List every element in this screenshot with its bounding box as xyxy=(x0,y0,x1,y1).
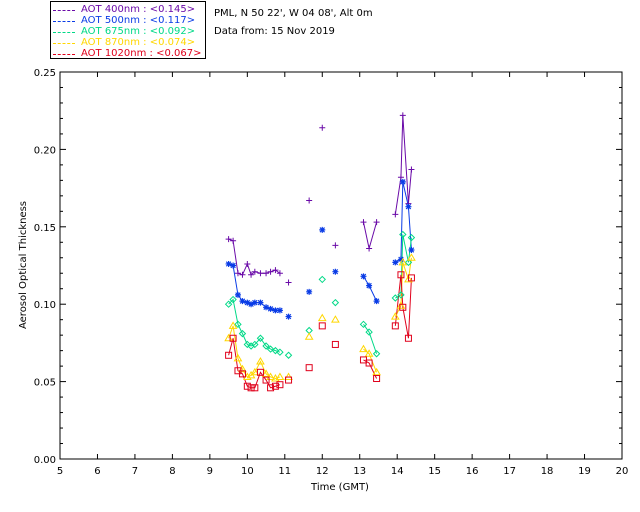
y-tick-label: 0.05 xyxy=(34,378,56,389)
series-markers xyxy=(224,112,416,392)
x-tick-label: 16 xyxy=(466,466,479,477)
point-400nm xyxy=(319,124,326,131)
point-500nm xyxy=(405,203,412,210)
point-400nm xyxy=(263,270,270,277)
series-line-400nm xyxy=(394,115,412,215)
x-tick-label: 12 xyxy=(316,466,329,477)
x-tick-label: 7 xyxy=(132,466,138,477)
legend-swatch-400nm xyxy=(53,9,75,11)
point-675nm xyxy=(331,298,340,307)
point-400nm xyxy=(408,166,415,173)
point-400nm xyxy=(373,219,380,226)
point-400nm xyxy=(272,267,279,274)
point-500nm xyxy=(366,282,373,289)
point-870nm xyxy=(317,313,327,322)
x-tick-label: 9 xyxy=(207,466,213,477)
x-tick-label: 13 xyxy=(353,466,366,477)
x-tick-label: 5 xyxy=(57,466,63,477)
x-tick-label: 11 xyxy=(278,466,291,477)
point-500nm xyxy=(332,268,339,275)
aot-chart: 5 6 7 8 9 10 11 12 13 14 15 16 17 18 19 20 0.00 0.05 0.10 0… xyxy=(18,68,629,493)
point-500nm xyxy=(399,178,406,185)
point-400nm xyxy=(360,219,367,226)
legend: AOT 400nm : <0.145> AOT 500nm : <0.117> … xyxy=(50,1,206,59)
point-400nm xyxy=(257,270,264,277)
point-500nm xyxy=(276,307,283,314)
point-400nm xyxy=(244,260,251,267)
point-1020nm xyxy=(305,364,313,372)
x-tick-label: 10 xyxy=(241,466,254,477)
x-tick-label: 20 xyxy=(616,466,629,477)
point-400nm xyxy=(332,242,339,249)
point-500nm xyxy=(392,259,399,266)
x-tick-label: 19 xyxy=(578,466,591,477)
point-400nm xyxy=(230,237,237,244)
point-870nm xyxy=(304,332,314,340)
plot-frame xyxy=(59,71,623,460)
x-tick-label: 6 xyxy=(94,466,100,477)
legend-swatch-675nm xyxy=(53,31,75,33)
legend-swatch-870nm xyxy=(53,42,75,44)
x-tick-label: 18 xyxy=(541,466,554,477)
series-line-675nm xyxy=(395,234,412,299)
point-870nm xyxy=(331,315,340,323)
point-1020nm xyxy=(318,322,326,330)
point-675nm xyxy=(284,351,293,359)
point-400nm xyxy=(225,236,232,243)
point-500nm xyxy=(360,273,367,280)
point-400nm xyxy=(285,279,292,286)
point-500nm xyxy=(319,226,326,233)
y-tick-label: 0.10 xyxy=(34,300,56,311)
series-line-400nm xyxy=(228,238,281,276)
point-870nm xyxy=(359,344,368,353)
y-tick-label: 0.20 xyxy=(34,145,56,156)
point-500nm xyxy=(306,288,313,295)
point-1020nm xyxy=(331,340,339,348)
point-500nm xyxy=(251,299,258,306)
point-400nm xyxy=(234,270,241,277)
data-date: Data from: 15 Nov 2019 xyxy=(214,26,335,37)
point-500nm xyxy=(408,247,415,254)
point-400nm xyxy=(239,271,246,278)
y-axis-label: Aerosol Optical Thickness xyxy=(18,201,29,329)
point-675nm xyxy=(318,275,326,284)
point-500nm xyxy=(257,299,264,306)
point-400nm xyxy=(267,268,274,275)
point-500nm xyxy=(230,262,237,269)
y-tick-label: 0.15 xyxy=(34,223,56,234)
plot-axes: 5 6 7 8 9 10 11 12 13 14 15 16 17 18 19 20 0.00 0.05 0.10 0… xyxy=(34,68,629,477)
series-line-400nm xyxy=(362,222,378,249)
point-500nm xyxy=(373,298,380,305)
x-axis-label: Time (GMT) xyxy=(310,482,369,493)
point-400nm xyxy=(399,112,406,119)
point-400nm xyxy=(366,245,373,252)
series-line-500nm xyxy=(363,276,378,302)
point-500nm xyxy=(285,313,292,320)
x-tick-label: 15 xyxy=(428,466,441,477)
point-400nm xyxy=(306,197,313,204)
legend-swatch-1020nm xyxy=(53,53,75,55)
point-400nm xyxy=(276,270,283,277)
x-tick-label: 14 xyxy=(391,466,404,477)
legend-item-1020nm: AOT 1020nm : <0.067> xyxy=(53,48,201,60)
point-870nm xyxy=(284,372,293,380)
legend-swatch-500nm xyxy=(53,20,75,22)
point-870nm xyxy=(275,372,285,380)
x-tick-label: 17 xyxy=(503,466,516,477)
x-tick-label: 8 xyxy=(169,466,175,477)
point-400nm xyxy=(392,211,399,218)
legend-label-1020nm: AOT 1020nm : <0.067> xyxy=(81,48,202,59)
point-500nm xyxy=(234,291,241,298)
site-info: PML, N 50 22', W 04 08', Alt 0m xyxy=(214,8,373,19)
y-tick-label: 0.25 xyxy=(34,68,56,79)
y-tick-label: 0.00 xyxy=(34,455,56,466)
